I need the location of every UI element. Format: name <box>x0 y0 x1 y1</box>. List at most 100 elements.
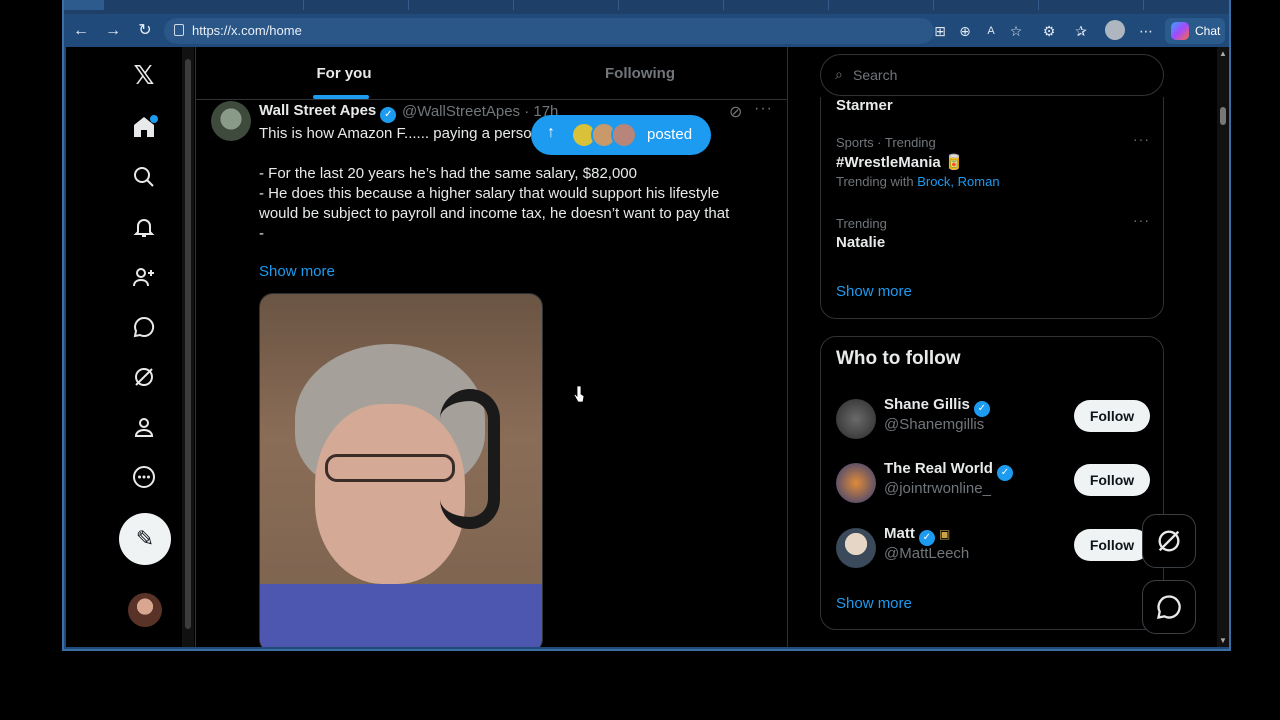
image-glasses <box>325 454 455 482</box>
browser-tab[interactable] <box>414 0 514 10</box>
trend-item[interactable]: Trending Natalie ··· <box>836 212 1150 251</box>
trend-more-icon[interactable]: ··· <box>1133 212 1150 228</box>
nav-scrollbar-thumb[interactable] <box>185 59 191 629</box>
back-icon[interactable]: ← <box>70 20 92 42</box>
user-avatar[interactable] <box>836 399 876 439</box>
grok-explain-icon[interactable]: ⊘ <box>729 102 742 122</box>
page-scrollbar[interactable]: ▲ ▼ <box>1217 47 1229 647</box>
user-avatar[interactable] <box>836 463 876 503</box>
nav-scrollbar[interactable] <box>182 47 194 647</box>
message-svg <box>133 316 155 338</box>
account-avatar[interactable] <box>128 593 162 627</box>
user-name[interactable]: The Real World ✓ <box>884 460 1013 481</box>
trend-more-icon[interactable]: ··· <box>1133 131 1150 147</box>
verified-badge-icon: ✓ <box>973 401 990 417</box>
zoom-icon[interactable]: ⊕ <box>955 21 975 41</box>
trend-item[interactable]: Sports · Trending #WrestleMania 🥫 Trendi… <box>836 131 1150 189</box>
scroll-down-icon[interactable]: ▼ <box>1219 636 1227 645</box>
user-name-text: Shane Gillis <box>884 396 970 413</box>
address-bar[interactable]: https://x.com/home <box>164 18 934 44</box>
browser-tab[interactable] <box>1044 0 1144 10</box>
home-icon[interactable] <box>130 115 158 143</box>
read-aloud-icon[interactable]: A <box>981 21 1001 41</box>
search-icon[interactable] <box>130 165 158 193</box>
who-to-follow-panel: Who to follow Shane Gillis ✓ @Shanemgilli… <box>820 336 1164 630</box>
extensions-icon[interactable]: ⚙ <box>1039 21 1059 41</box>
follow-button[interactable]: Follow <box>1074 464 1150 496</box>
more-svg <box>133 466 155 488</box>
page-scrollbar-thumb[interactable] <box>1220 107 1226 125</box>
trend-with-prefix: Trending with <box>836 174 914 189</box>
refresh-icon[interactable]: ↻ <box>134 20 156 42</box>
tab-following[interactable]: Following <box>492 47 788 100</box>
trend-title: Natalie <box>836 234 886 251</box>
messages-fab[interactable] <box>1142 580 1196 634</box>
tweet-media-image[interactable] <box>259 293 543 647</box>
follow-button[interactable]: Follow <box>1074 529 1150 561</box>
follow-button[interactable]: Follow <box>1074 400 1150 432</box>
tweet-author-name[interactable]: Wall Street Apes ✓ <box>259 102 397 123</box>
user-name[interactable]: Shane Gillis ✓ <box>884 396 990 417</box>
favorite-star-icon[interactable]: ☆ <box>1006 21 1026 41</box>
notification-dot <box>150 115 158 123</box>
follow-suggestion[interactable]: The Real World ✓ @jointrwonline_ Follow <box>836 459 1150 509</box>
new-posts-pill[interactable]: ↑ posted <box>531 115 711 155</box>
page-content: 𝕏 ✎ For you Following Wall Street Apes ✓… <box>66 47 1229 647</box>
tweet-more-icon[interactable]: ··· <box>754 100 773 118</box>
profile-svg <box>134 418 154 437</box>
tab-for-you[interactable]: For you <box>196 47 492 100</box>
tweet-author-handle[interactable]: @WallStreetApes · 17h <box>402 103 558 120</box>
copilot-icon <box>1171 22 1189 40</box>
follow-suggestion[interactable]: Matt ✓ ▣ @MattLeech Follow <box>836 524 1150 574</box>
more-icon[interactable] <box>130 465 158 493</box>
x-logo-icon[interactable]: 𝕏 <box>130 61 158 89</box>
trend-with-names[interactable]: Brock, Roman <box>917 174 999 189</box>
add-person-icon[interactable] <box>130 265 158 293</box>
browser-tab[interactable] <box>624 0 724 10</box>
trend-title[interactable]: Starmer <box>836 97 893 114</box>
message-icon[interactable] <box>130 315 158 343</box>
trend-meta: Sports · Trending <box>836 135 936 150</box>
browser-tab[interactable] <box>204 0 304 10</box>
follow-show-more-link[interactable]: Show more <box>836 595 912 612</box>
tweet-show-more-link[interactable]: Show more <box>259 263 335 280</box>
bell-icon[interactable] <box>130 215 158 243</box>
compose-post-button[interactable]: ✎ <box>119 513 171 565</box>
favorites-icon[interactable]: ✰ <box>1071 21 1091 41</box>
forward-icon[interactable]: → <box>102 20 124 42</box>
profile-icon[interactable] <box>130 415 158 443</box>
browser-tab[interactable] <box>309 0 409 10</box>
grok-icon[interactable] <box>130 365 158 393</box>
arrow-up-icon: ↑ <box>547 124 555 141</box>
tweet-author-avatar[interactable] <box>211 101 251 141</box>
search-box[interactable]: ⌕ Search <box>820 54 1164 96</box>
user-avatar[interactable] <box>836 528 876 568</box>
grok-fab[interactable] <box>1142 514 1196 568</box>
user-name[interactable]: Matt ✓ ▣ <box>884 525 950 546</box>
trend-meta: Trending <box>836 216 887 231</box>
tweet-line: - He does this because a higher salary t… <box>259 185 730 222</box>
verified-badge-icon: ✓ <box>996 465 1013 481</box>
verified-badge-icon: ✓ <box>918 530 935 546</box>
follow-suggestion[interactable]: Shane Gillis ✓ @Shanemgillis Follow <box>836 395 1150 445</box>
trends-show-more-link[interactable]: Show more <box>836 283 912 300</box>
menu-dots-icon[interactable]: ⋯ <box>1136 21 1156 41</box>
search-icon: ⌕ <box>835 66 843 82</box>
browser-window: ← → ↻ https://x.com/home ⊞ ⊕ A ☆ ⚙ ✰ ⋯ C… <box>62 0 1231 651</box>
right-sidebar: ⌕ Search Starmer Sports · Trending #Wres… <box>817 47 1165 647</box>
scroll-up-icon[interactable]: ▲ <box>1219 49 1227 58</box>
compose-icon: ✎ <box>135 526 155 551</box>
browser-tab[interactable] <box>939 0 1039 10</box>
browser-tab[interactable] <box>834 0 934 10</box>
apps-icon[interactable]: ⊞ <box>930 21 950 41</box>
chat-label: Chat <box>1195 24 1221 38</box>
browser-tab-active[interactable] <box>64 0 104 10</box>
browser-tab[interactable] <box>519 0 619 10</box>
image-shirt <box>260 584 542 647</box>
bell-svg <box>133 219 155 237</box>
active-tab-indicator <box>313 95 369 99</box>
browser-tab[interactable] <box>729 0 829 10</box>
copilot-chat-button[interactable]: Chat <box>1165 18 1225 44</box>
tweet[interactable]: Wall Street Apes ✓ @WallStreetApes · 17h … <box>196 100 787 647</box>
browser-profile-avatar[interactable] <box>1105 20 1125 40</box>
